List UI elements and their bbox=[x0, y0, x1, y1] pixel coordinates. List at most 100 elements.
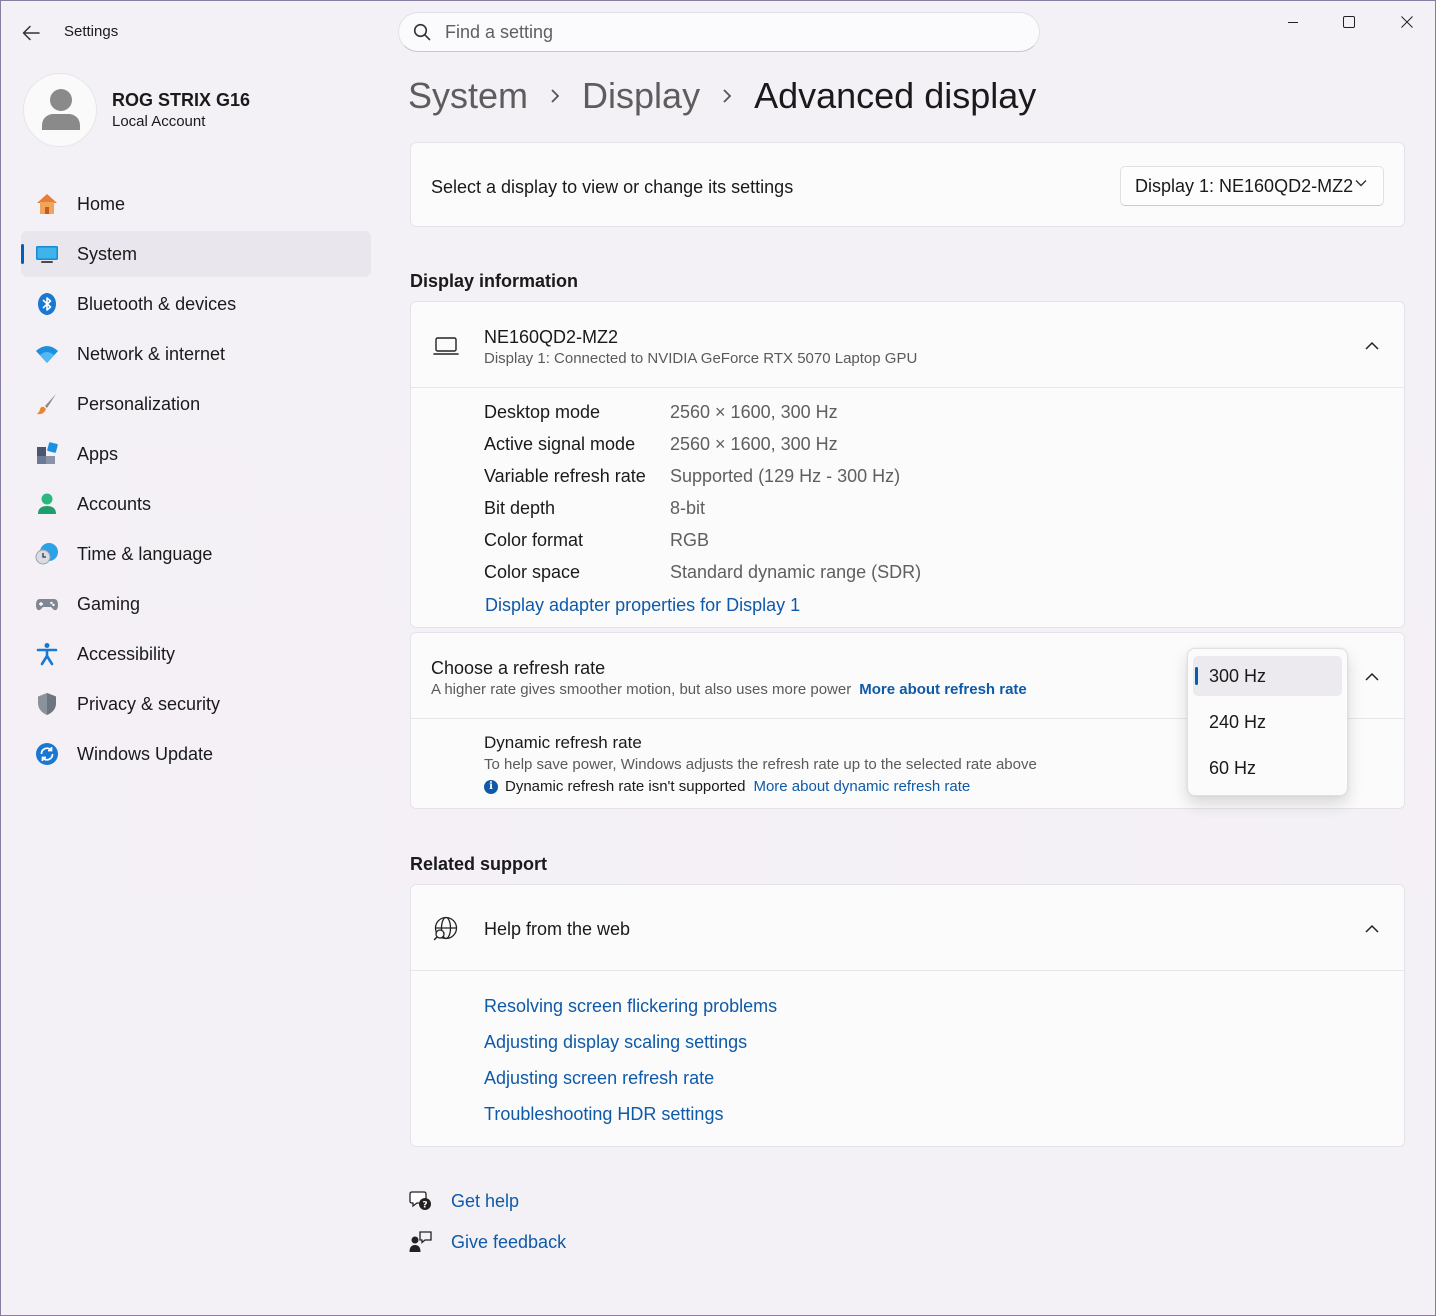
help-from-web-header[interactable]: Help from the web bbox=[411, 885, 1404, 970]
collapse-button[interactable] bbox=[1362, 335, 1382, 355]
sidebar-item-windows-update[interactable]: Windows Update bbox=[21, 731, 371, 777]
chevron-up-icon bbox=[1365, 672, 1379, 681]
refresh-rate-subtitle: A higher rate gives smoother motion, but… bbox=[431, 681, 1027, 698]
dynamic-refresh-rate-note: i Dynamic refresh rate isn't supported M… bbox=[484, 778, 970, 795]
give-feedback-item[interactable]: Give feedback bbox=[409, 1230, 566, 1254]
help-link-hdr[interactable]: Troubleshooting HDR settings bbox=[484, 1104, 723, 1125]
sidebar-item-label: Accounts bbox=[77, 493, 152, 514]
refresh-rate-option-60[interactable]: 60 Hz bbox=[1193, 748, 1342, 788]
chevron-right-icon bbox=[550, 88, 560, 104]
info-key: Variable refresh rate bbox=[484, 466, 646, 486]
divider bbox=[411, 387, 1404, 388]
user-avatar-icon bbox=[42, 89, 80, 130]
display-information-card: NE160QD2-MZ2 Display 1: Connected to NVI… bbox=[410, 301, 1405, 628]
shield-icon bbox=[35, 692, 59, 716]
info-row-active-signal-mode: Active signal mode 2560 × 1600, 300 Hz bbox=[484, 434, 838, 458]
info-key: Color space bbox=[484, 562, 581, 582]
search-box[interactable] bbox=[398, 12, 1040, 52]
profile-name: ROG STRIX G16 bbox=[112, 90, 251, 110]
info-key: Desktop mode bbox=[484, 402, 601, 422]
feedback-icon bbox=[409, 1231, 432, 1252]
more-about-refresh-rate-link[interactable]: More about refresh rate bbox=[859, 681, 1027, 698]
sidebar-item-gaming[interactable]: Gaming bbox=[21, 581, 371, 627]
more-about-dynamic-refresh-rate-link[interactable]: More about dynamic refresh rate bbox=[753, 778, 970, 795]
sidebar-item-network[interactable]: Network & internet bbox=[21, 331, 371, 377]
sidebar-item-accessibility[interactable]: Accessibility bbox=[21, 631, 371, 677]
accounts-icon bbox=[35, 492, 59, 516]
display-adapter-properties-link[interactable]: Display adapter properties for Display 1 bbox=[485, 595, 800, 616]
info-row-color-format: Color format RGB bbox=[484, 530, 709, 554]
sidebar-item-bluetooth[interactable]: Bluetooth & devices bbox=[21, 281, 371, 327]
info-row-color-space: Color space Standard dynamic range (SDR) bbox=[484, 562, 921, 586]
refresh-rate-menu: 300 Hz 240 Hz 60 Hz bbox=[1187, 648, 1348, 796]
system-icon bbox=[35, 242, 59, 266]
close-button[interactable] bbox=[1379, 7, 1435, 37]
sidebar-item-label: Bluetooth & devices bbox=[77, 293, 237, 314]
wifi-icon bbox=[35, 342, 59, 366]
sidebar-item-personalization[interactable]: Personalization bbox=[21, 381, 371, 427]
update-icon bbox=[35, 742, 59, 766]
maximize-icon bbox=[1343, 16, 1355, 28]
sidebar-item-apps[interactable]: Apps bbox=[21, 431, 371, 477]
app-title: Settings bbox=[64, 23, 119, 40]
brush-icon bbox=[35, 392, 59, 416]
gamepad-icon bbox=[35, 592, 59, 616]
give-feedback-link[interactable]: Give feedback bbox=[451, 1232, 566, 1253]
accessibility-icon bbox=[35, 642, 59, 666]
minimize-button[interactable] bbox=[1265, 7, 1321, 37]
sidebar-item-system[interactable]: System bbox=[21, 231, 371, 277]
back-button[interactable] bbox=[15, 17, 47, 49]
info-value: 2560 × 1600, 300 Hz bbox=[670, 402, 838, 422]
refresh-rate-option-240[interactable]: 240 Hz bbox=[1193, 702, 1342, 742]
minimize-icon bbox=[1288, 22, 1298, 23]
search-input[interactable] bbox=[445, 21, 1005, 43]
help-link-refresh-rate[interactable]: Adjusting screen refresh rate bbox=[484, 1068, 714, 1089]
laptop-icon bbox=[433, 337, 459, 355]
sidebar-item-time-language[interactable]: Time & language bbox=[21, 531, 371, 577]
info-value: RGB bbox=[670, 530, 710, 550]
chevron-up-icon bbox=[1365, 924, 1379, 933]
apps-icon bbox=[35, 442, 59, 466]
help-from-web-title: Help from the web bbox=[484, 919, 631, 939]
svg-text:?: ? bbox=[422, 1201, 427, 1211]
info-row-variable-refresh-rate: Variable refresh rate Supported (129 Hz … bbox=[484, 466, 900, 490]
chevron-right-icon bbox=[722, 88, 732, 104]
display-select-dropdown[interactable]: Display 1: NE160QD2-MZ2 bbox=[1120, 166, 1384, 206]
bluetooth-icon bbox=[35, 292, 59, 316]
breadcrumb: System Display Advanced display bbox=[408, 73, 1036, 119]
display-info-header[interactable]: NE160QD2-MZ2 Display 1: Connected to NVI… bbox=[411, 302, 1404, 387]
info-key: Color format bbox=[484, 530, 584, 550]
sidebar-item-privacy[interactable]: Privacy & security bbox=[21, 681, 371, 727]
get-help-item[interactable]: ? Get help bbox=[409, 1189, 519, 1213]
select-display-label: Select a display to view or change its s… bbox=[431, 177, 794, 197]
help-link-scaling[interactable]: Adjusting display scaling settings bbox=[484, 1032, 747, 1053]
select-display-card: Select a display to view or change its s… bbox=[410, 142, 1405, 227]
info-value: 2560 × 1600, 300 Hz bbox=[670, 434, 838, 454]
avatar[interactable] bbox=[23, 73, 97, 147]
collapse-button[interactable] bbox=[1362, 666, 1382, 686]
refresh-rate-option-300[interactable]: 300 Hz bbox=[1193, 656, 1342, 696]
sidebar-item-home[interactable]: Home bbox=[21, 181, 371, 227]
collapse-button[interactable] bbox=[1362, 918, 1382, 938]
display-information-heading: Display information bbox=[410, 271, 579, 291]
dynamic-refresh-rate-description: To help save power, Windows adjusts the … bbox=[484, 756, 1037, 773]
profile-account-type: Local Account bbox=[112, 113, 206, 130]
get-help-link[interactable]: Get help bbox=[451, 1191, 519, 1212]
dynamic-refresh-unsupported-text: Dynamic refresh rate isn't supported bbox=[505, 778, 746, 795]
info-icon: i bbox=[484, 779, 498, 794]
chevron-up-icon bbox=[1365, 341, 1379, 350]
breadcrumb-system[interactable]: System bbox=[408, 75, 528, 117]
info-row-bit-depth: Bit depth 8-bit bbox=[484, 498, 705, 522]
help-link-flickering[interactable]: Resolving screen flickering problems bbox=[484, 996, 777, 1017]
sidebar-item-accounts[interactable]: Accounts bbox=[21, 481, 371, 527]
breadcrumb-display[interactable]: Display bbox=[582, 75, 700, 117]
chevron-down-icon bbox=[1355, 180, 1367, 187]
home-icon bbox=[35, 192, 59, 216]
sidebar-item-label: Personalization bbox=[77, 393, 201, 414]
sidebar-nav: Home System Bluetooth & devices Network … bbox=[21, 181, 371, 781]
sidebar-item-label: System bbox=[77, 243, 138, 264]
device-connection: Display 1: Connected to NVIDIA GeForce R… bbox=[484, 350, 918, 367]
maximize-button[interactable] bbox=[1321, 7, 1377, 37]
sidebar-item-label: Apps bbox=[77, 443, 119, 464]
info-row-desktop-mode: Desktop mode 2560 × 1600, 300 Hz bbox=[484, 402, 838, 426]
